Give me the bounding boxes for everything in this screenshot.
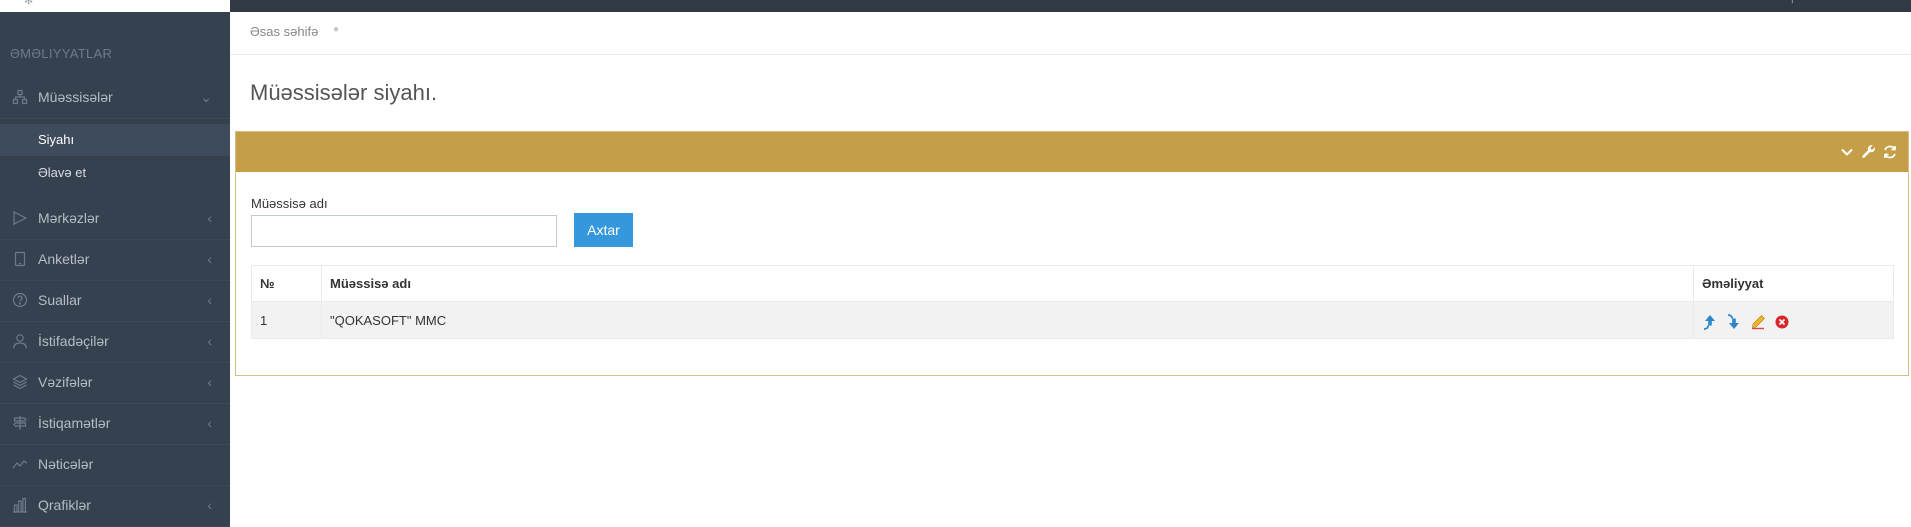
logo-area: ✻	[0, 0, 230, 12]
row-name: "QOKASOFT" MMC	[321, 301, 1694, 339]
sidebar-item-label: Suallar	[38, 292, 82, 308]
sidebar-item-label: Vəzifələr	[38, 374, 93, 390]
sidebar-item-istifadeciler[interactable]: İstifadəçilər ‹	[0, 322, 230, 363]
column-header-actions: Əməliyyat	[1693, 265, 1894, 302]
portlet-header	[236, 132, 1908, 172]
layers-icon	[12, 374, 28, 390]
chevron-left-icon: ‹	[207, 210, 212, 226]
signpost-icon	[12, 415, 28, 431]
chevron-left-icon: ‹	[207, 333, 212, 349]
sidebar-item-suallar[interactable]: Suallar ‹	[0, 281, 230, 322]
sidebar-item-label: Mərkəzlər	[38, 210, 100, 226]
sidebar-item-label: Müəssisələr	[38, 89, 113, 105]
table-row: 1 "QOKASOFT" MMC	[251, 301, 1894, 339]
breadcrumb: Əsas səhifə ●	[230, 12, 1911, 55]
sidebar-item-anketler[interactable]: Anketlər ‹	[0, 240, 230, 281]
sidebar-item-muessiseler[interactable]: Müəssisələr ⌄	[0, 78, 230, 119]
move-down-icon[interactable]	[1726, 314, 1742, 330]
sidebar-item-istiqametler[interactable]: İstiqamətlər ‹	[0, 404, 230, 445]
sidebar-item-vezifeler[interactable]: Vəzifələr ‹	[0, 363, 230, 404]
reload-icon[interactable]	[1882, 144, 1898, 160]
line-chart-icon	[12, 456, 28, 472]
bar-chart-icon	[12, 497, 28, 513]
sidebar-subitem-siyahi[interactable]: Siyahı	[0, 124, 230, 156]
column-header-name: Müəssisə adı	[321, 265, 1694, 302]
top-bar	[0, 0, 1911, 12]
sidebar-item-label: İstifadəçilər	[38, 333, 109, 349]
chevron-left-icon: ‹	[207, 251, 212, 267]
breadcrumb-home-link[interactable]: Əsas səhifə	[250, 24, 318, 39]
search-input[interactable]	[251, 215, 557, 247]
column-header-no: №	[251, 265, 322, 302]
sidebar-item-label: Anketlər	[38, 251, 90, 267]
sidebar-subitem-elave-et[interactable]: Əlavə et	[0, 157, 230, 189]
collapse-icon[interactable]	[1839, 144, 1855, 160]
data-table: № Müəssisə adı Əməliyyat 1 "QOKASOFT" MM…	[251, 265, 1894, 339]
sidebar-item-qrafikler[interactable]: Qrafiklər ‹	[0, 486, 230, 527]
wrench-icon[interactable]	[1861, 144, 1877, 160]
move-up-icon[interactable]	[1702, 314, 1718, 330]
chevron-left-icon: ‹	[207, 497, 212, 513]
sitemap-icon	[12, 89, 28, 105]
breadcrumb-separator-icon: ●	[333, 24, 340, 35]
tablet-icon	[12, 251, 28, 267]
sidebar-item-merkezler[interactable]: Mərkəzlər ‹	[0, 199, 230, 240]
sidebar-subitem-label: Əlavə et	[38, 165, 87, 180]
sidebar-item-label: Qrafiklər	[38, 497, 91, 513]
search-label: Müəssisə adı	[251, 196, 328, 211]
chevron-left-icon: ‹	[207, 374, 212, 390]
row-actions	[1693, 301, 1894, 339]
logo-icon: ✻	[24, 0, 34, 7]
search-button[interactable]: Axtar	[574, 213, 633, 247]
sidebar-item-label: İstiqamətlər	[38, 415, 111, 431]
sidebar: ƏMƏLIYYATLAR Müəssisələr ⌄ Siyahı Əlavə …	[0, 12, 230, 527]
chevron-left-icon: ‹	[207, 415, 212, 431]
page-title: Müəssisələr siyahı.	[250, 80, 438, 105]
row-number: 1	[251, 301, 322, 339]
question-circle-icon	[12, 292, 28, 308]
table-header-row: № Müəssisə adı Əməliyyat	[251, 265, 1894, 302]
sidebar-item-neticeler[interactable]: Nəticələr	[0, 445, 230, 486]
sidebar-item-label: Nəticələr	[38, 456, 94, 472]
user-menu-icon[interactable]: ⚲	[1789, 0, 1796, 5]
delete-icon[interactable]	[1774, 314, 1790, 330]
flag-icon	[12, 210, 28, 226]
chevron-down-icon: ⌄	[200, 89, 212, 105]
sidebar-heading: ƏMƏLIYYATLAR	[10, 46, 113, 61]
edit-icon[interactable]	[1750, 314, 1766, 330]
user-icon	[12, 333, 28, 349]
portlet	[235, 131, 1909, 376]
chevron-left-icon: ‹	[207, 292, 212, 308]
sidebar-subitem-label: Siyahı	[38, 132, 75, 147]
